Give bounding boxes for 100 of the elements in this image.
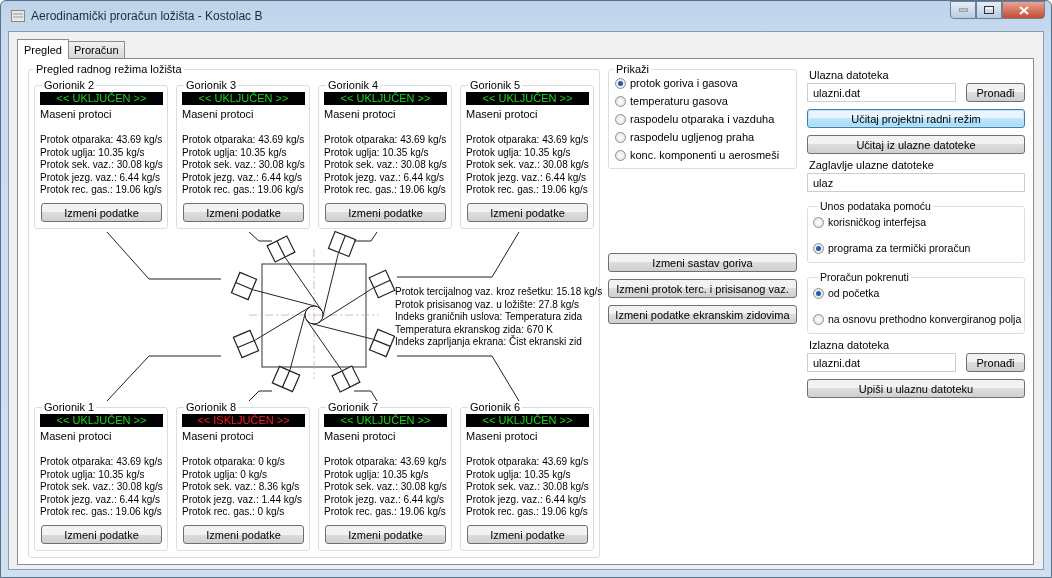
- flow-reading: Protok jezg. vaz.: 6.44 kg/s: [40, 493, 162, 506]
- radio-button[interactable]: [615, 149, 626, 161]
- flow-reading: Protok rec. gas.: 19.06 kg/s: [40, 184, 163, 197]
- group-title: Proračun pokrenuti: [819, 271, 910, 283]
- status-indicator: << UKLJUČEN >>: [40, 92, 163, 105]
- radio-button[interactable]: [813, 287, 824, 299]
- leader-line: [353, 390, 378, 401]
- edit-button[interactable]: Izmeni podatke: [325, 525, 446, 544]
- section-label: Maseni protoci: [324, 430, 397, 442]
- section-label: Maseni protoci: [182, 108, 255, 120]
- status-indicator: << UKLJUČEN >>: [466, 92, 589, 105]
- edit-button[interactable]: Izmeni podatke: [325, 203, 446, 222]
- browse-button[interactable]: Pronađi: [966, 353, 1025, 372]
- maximize-button[interactable]: [976, 1, 1002, 19]
- info-text: Temperatura ekranskog zida: 670 K: [395, 323, 554, 335]
- flow-reading: Protok rec. gas.: 0 kg/s: [182, 506, 286, 519]
- edit-button[interactable]: Izmeni podatke: [183, 525, 304, 544]
- edit-button[interactable]: Izmeni podatke: [467, 525, 588, 544]
- radio-button[interactable]: [813, 242, 824, 254]
- tab[interactable]: Pregled: [17, 39, 69, 59]
- radio-label[interactable]: na osnovu prethodno konvergiranog polja: [828, 313, 1022, 325]
- maximize-icon: [984, 6, 994, 14]
- info-text: Indeks zaprljanja ekrana: Čist ekranski zid: [395, 336, 583, 349]
- burner-title: Gorionik 4: [327, 79, 380, 91]
- leader-line: [353, 231, 378, 242]
- load-button[interactable]: Učitaj iz ulazne datoteke: [807, 135, 1025, 154]
- action-button[interactable]: Izmeni podatke ekranskim zidovima: [608, 305, 797, 324]
- action-button[interactable]: Izmeni protok terc. i prisisanog vaz.: [608, 279, 797, 298]
- flow-reading: Protok sek. vaz.: 30.08 kg/s: [40, 481, 163, 494]
- field-label: Ulazna datoteka: [809, 69, 890, 81]
- status-indicator: << UKLJUČEN >>: [466, 414, 589, 427]
- radio-label[interactable]: protok goriva i gasova: [630, 77, 738, 89]
- edit-button[interactable]: Izmeni podatke: [41, 203, 162, 222]
- load-button[interactable]: Učitaj projektni radni režim: [807, 109, 1025, 128]
- tab[interactable]: Proračun: [67, 41, 125, 58]
- section-label: Maseni protoci: [466, 430, 539, 442]
- input-field[interactable]: ulazni.dat: [807, 83, 956, 102]
- radio-label[interactable]: konc. komponenti u aerosmeši: [630, 149, 780, 161]
- flow-reading: Protok jezg. vaz.: 6.44 kg/s: [182, 171, 304, 184]
- browse-button[interactable]: Pronađi: [966, 83, 1025, 102]
- info-text: Protok prisisanog vaz. u ložište: 27.8 kg/s: [395, 298, 580, 311]
- burner-title: Gorionik 2: [43, 79, 96, 91]
- flow-reading: Protok otparaka: 43.69 kg/s: [466, 134, 589, 147]
- radio-label[interactable]: korisničkog interfejsa: [828, 216, 927, 228]
- flow-reading: Protok jezg. vaz.: 6.44 kg/s: [40, 171, 162, 184]
- burner-title: Gorionik 8: [185, 401, 238, 413]
- flow-reading: Protok sek. vaz.: 8.36 kg/s: [182, 481, 301, 494]
- flow-reading: Protok uglja: 10.35 kg/s: [40, 146, 146, 159]
- action-button[interactable]: Izmeni sastav goriva: [608, 253, 797, 272]
- flow-reading: Protok jezg. vaz.: 6.44 kg/s: [324, 171, 446, 184]
- flow-reading: Protok otparaka: 43.69 kg/s: [40, 134, 163, 147]
- flow-reading: Protok sek. vaz.: 30.08 kg/s: [40, 159, 163, 172]
- write-button[interactable]: Upiši u ulaznu datoteku: [807, 379, 1025, 398]
- flow-reading: Protok jezg. vaz.: 6.44 kg/s: [324, 493, 446, 506]
- flow-reading: Protok sek. vaz.: 30.08 kg/s: [324, 481, 447, 494]
- radio-button[interactable]: [615, 113, 626, 125]
- flow-reading: Protok otparaka: 43.69 kg/s: [40, 456, 163, 469]
- status-indicator: << ISKLJUČEN >>: [182, 414, 305, 427]
- flow-reading: Protok otparaka: 0 kg/s: [182, 456, 286, 469]
- flow-reading: Protok uglja: 10.35 kg/s: [40, 468, 146, 481]
- radio-button[interactable]: [615, 131, 626, 143]
- radio-label[interactable]: raspodelu ugljenog praha: [630, 131, 755, 143]
- radio-label[interactable]: programa za termički proračun: [828, 242, 971, 254]
- section-label: Maseni protoci: [40, 430, 113, 442]
- status-indicator: << UKLJUČEN >>: [182, 92, 305, 105]
- burner-title: Gorionik 7: [327, 401, 380, 413]
- info-text: Protok tercijalnog vaz. kroz rešetku: 15.18 kg/s: [395, 286, 603, 299]
- flow-reading: Protok rec. gas.: 19.06 kg/s: [324, 506, 447, 519]
- flow-reading: Protok rec. gas.: 19.06 kg/s: [466, 506, 589, 519]
- burner-title: Gorionik 6: [469, 401, 522, 413]
- radio-button[interactable]: [813, 313, 824, 325]
- flow-reading: Protok jezg. vaz.: 1.44 kg/s: [182, 493, 304, 506]
- burner-title: Gorionik 1: [43, 401, 96, 413]
- close-button[interactable]: [1002, 1, 1045, 19]
- edit-button[interactable]: Izmeni podatke: [467, 203, 588, 222]
- flow-reading: Protok rec. gas.: 19.06 kg/s: [466, 184, 589, 197]
- radio-button[interactable]: [615, 77, 626, 89]
- group-title: Prikaži: [615, 63, 650, 75]
- window-title: Aerodinamički proračun ložišta - Kostolac B: [31, 9, 264, 23]
- app-icon: [11, 10, 25, 22]
- section-label: Maseni protoci: [182, 430, 255, 442]
- radio-button[interactable]: [813, 216, 824, 228]
- flow-reading: Protok otparaka: 43.69 kg/s: [182, 134, 305, 147]
- radio-label[interactable]: temperaturu gasova: [630, 95, 728, 107]
- radio-button[interactable]: [615, 95, 626, 107]
- flow-reading: Protok jezg. vaz.: 6.44 kg/s: [466, 493, 588, 506]
- edit-button[interactable]: Izmeni podatke: [41, 525, 162, 544]
- flow-reading: Protok jezg. vaz.: 6.44 kg/s: [466, 171, 588, 184]
- flow-reading: Protok rec. gas.: 19.06 kg/s: [182, 184, 305, 197]
- section-label: Maseni protoci: [466, 108, 539, 120]
- input-field[interactable]: ulaz: [807, 173, 1025, 192]
- edit-button[interactable]: Izmeni podatke: [183, 203, 304, 222]
- group-title: Pregled radnog režima ložišta: [35, 63, 183, 75]
- radio-label[interactable]: od početka: [828, 287, 880, 299]
- flow-reading: Protok rec. gas.: 19.06 kg/s: [40, 506, 163, 519]
- flow-reading: Protok uglja: 10.35 kg/s: [182, 146, 288, 159]
- radio-label[interactable]: raspodelu otparaka i vazduha: [630, 113, 775, 125]
- flow-reading: Protok uglja: 10.35 kg/s: [466, 146, 572, 159]
- input-field[interactable]: ulazni.dat: [807, 353, 956, 372]
- section-label: Maseni protoci: [324, 108, 397, 120]
